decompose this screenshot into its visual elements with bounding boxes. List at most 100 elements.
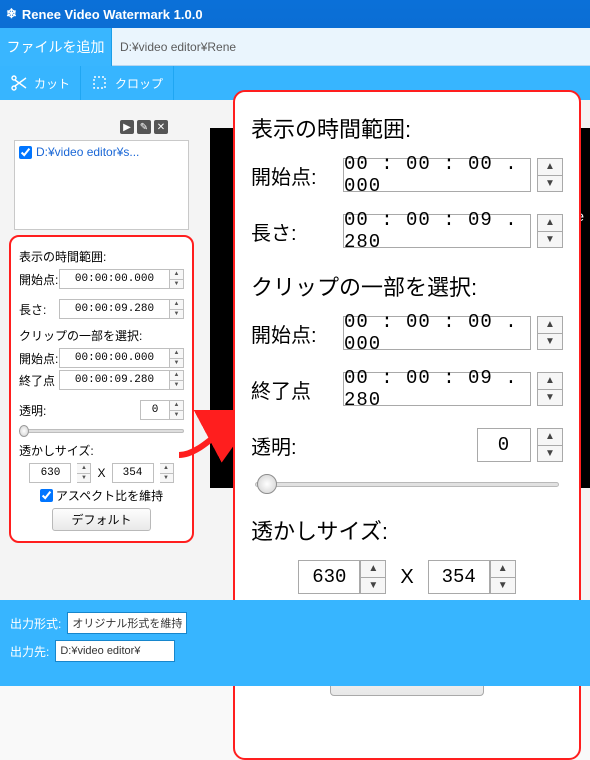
clip-end-spinner-sm[interactable]: ▲▼ (170, 370, 184, 390)
chevron-down-icon[interactable]: ▼ (538, 232, 562, 248)
height-field-sm[interactable]: 354 (112, 463, 154, 483)
size-label-lg: 透かしサイズ: (251, 514, 563, 546)
chevron-up-icon[interactable]: ▲ (538, 159, 562, 176)
length-label-sm: 長さ: (19, 301, 59, 318)
clip-start-value-lg: 00 : 00 : 00 . 000 (344, 311, 530, 355)
start-value-sm: 00:00:00.000 (75, 273, 154, 285)
chevron-up-icon[interactable]: ▲ (170, 371, 183, 381)
length-field-lg[interactable]: 00 : 00 : 09 . 280 (343, 214, 531, 248)
length-spinner-sm[interactable]: ▲▼ (170, 299, 184, 319)
chevron-down-icon[interactable]: ▼ (491, 578, 515, 594)
clip-end-field-lg[interactable]: 00 : 00 : 09 . 280 (343, 372, 531, 406)
clip-end-label-sm: 終了点 (19, 372, 59, 389)
chevron-down-icon[interactable]: ▼ (538, 390, 562, 406)
clip-end-field-sm[interactable]: 00:00:09.280 (59, 370, 170, 390)
ribbon-crop[interactable]: クロップ (81, 66, 174, 100)
out-path-field[interactable]: D:¥video editor¥ (55, 640, 175, 662)
width-field-lg[interactable]: 630 (298, 560, 360, 594)
width-spinner-sm[interactable]: ▲▼ (77, 463, 91, 483)
chevron-up-icon[interactable]: ▲ (170, 270, 183, 280)
clip-start-label-lg: 開始点: (251, 319, 343, 348)
add-file-label: ファイルを追加 (7, 37, 105, 57)
start-spinner-sm[interactable]: ▲▼ (170, 269, 184, 289)
start-field-lg[interactable]: 00 : 00 : 00 . 000 (343, 158, 531, 192)
opacity-field-lg[interactable]: 0 (477, 428, 531, 462)
length-field-sm[interactable]: 00:00:09.280 (59, 299, 170, 319)
height-spinner-sm[interactable]: ▲▼ (160, 463, 174, 483)
opacity-spinner-lg[interactable]: ▲▼ (537, 428, 563, 462)
start-value-lg: 00 : 00 : 00 . 000 (344, 153, 530, 197)
height-field-lg[interactable]: 354 (428, 560, 490, 594)
section-clip-select-lg: クリップの一部を選択: (251, 270, 563, 302)
chevron-up-icon[interactable]: ▲ (361, 561, 385, 578)
chevron-down-icon[interactable]: ▼ (538, 334, 562, 350)
start-spinner-lg[interactable]: ▲▼ (537, 158, 563, 192)
opacity-spinner-sm[interactable]: ▲▼ (170, 400, 184, 420)
out-format-select[interactable]: オリジナル形式を維持 (67, 612, 187, 634)
width-spinner-lg[interactable]: ▲▼ (360, 560, 386, 594)
file-tab-row: ファイルを追加 D:¥video editor¥Rene (0, 28, 590, 66)
clip-start-field-sm[interactable]: 00:00:00.000 (59, 348, 170, 368)
size-sep-sm: X (97, 466, 105, 480)
file-path-text: D:¥video editor¥Rene (120, 40, 236, 54)
control-gear-icon[interactable]: ✎ (137, 120, 151, 134)
chevron-up-icon[interactable]: ▲ (170, 300, 183, 310)
clip-end-value-lg: 00 : 00 : 09 . 280 (344, 367, 530, 411)
file-list-item[interactable]: D:¥video editor¥s... (15, 141, 188, 163)
chevron-down-icon[interactable]: ▼ (170, 280, 183, 289)
chevron-up-icon[interactable]: ▲ (491, 561, 515, 578)
file-item-label: D:¥video editor¥s... (36, 145, 139, 159)
clip-start-label-sm: 開始点: (19, 350, 59, 367)
file-path-tab[interactable]: D:¥video editor¥Rene (112, 40, 590, 54)
slider-track-sm (19, 429, 184, 433)
chevron-up-icon[interactable]: ▲ (538, 429, 562, 446)
default-button-sm[interactable]: デフォルト (52, 508, 150, 531)
start-field-sm[interactable]: 00:00:00.000 (59, 269, 170, 289)
slider-track-lg (255, 482, 559, 487)
ribbon-cut[interactable]: カット (0, 66, 81, 100)
height-spinner-lg[interactable]: ▲▼ (490, 560, 516, 594)
chevron-up-icon[interactable]: ▲ (538, 373, 562, 390)
chevron-down-icon[interactable]: ▼ (361, 578, 385, 594)
chevron-up-icon[interactable]: ▲ (538, 215, 562, 232)
chevron-up-icon[interactable]: ▲ (160, 464, 173, 474)
chevron-up-icon[interactable]: ▲ (170, 349, 183, 359)
aspect-checkbox-sm[interactable] (40, 489, 53, 502)
ribbon-crop-label: クロップ (115, 75, 163, 92)
size-sep-lg: X (400, 566, 413, 589)
chevron-up-icon[interactable]: ▲ (77, 464, 90, 474)
chevron-down-icon[interactable]: ▼ (77, 474, 90, 483)
clip-start-spinner-sm[interactable]: ▲▼ (170, 348, 184, 368)
add-file-tab[interactable]: ファイルを追加 (0, 28, 112, 66)
control-play-icon[interactable]: ▶ (120, 120, 134, 134)
length-spinner-lg[interactable]: ▲▼ (537, 214, 563, 248)
chevron-down-icon[interactable]: ▼ (160, 474, 173, 483)
chevron-down-icon[interactable]: ▼ (170, 381, 183, 390)
chevron-down-icon[interactable]: ▼ (538, 176, 562, 192)
length-value-lg: 00 : 00 : 09 . 280 (344, 209, 530, 253)
opacity-value-sm[interactable]: 0 (140, 400, 170, 420)
width-field-sm[interactable]: 630 (29, 463, 71, 483)
chevron-down-icon[interactable]: ▼ (170, 310, 183, 319)
start-label-sm: 開始点: (19, 271, 59, 288)
slider-thumb-sm[interactable] (19, 425, 29, 437)
opacity-slider-lg[interactable] (255, 472, 559, 496)
section-display-range-lg: 表示の時間範囲: (251, 112, 563, 144)
length-label-lg: 長さ: (251, 217, 343, 246)
chevron-down-icon[interactable]: ▼ (170, 411, 183, 420)
clip-end-spinner-lg[interactable]: ▲▼ (537, 372, 563, 406)
chevron-up-icon[interactable]: ▲ (538, 317, 562, 334)
chevron-down-icon[interactable]: ▼ (538, 446, 562, 462)
control-close-icon[interactable]: ✕ (154, 120, 168, 134)
file-checkbox[interactable] (19, 146, 32, 159)
workarea: ee ▶ ✎ ✕ D:¥video editor¥s... 表示の時間範囲: 開… (0, 100, 590, 686)
chevron-up-icon[interactable]: ▲ (170, 401, 183, 411)
chevron-down-icon[interactable]: ▼ (170, 359, 183, 368)
slider-thumb-lg[interactable] (257, 474, 277, 494)
length-value-sm: 00:00:09.280 (75, 303, 154, 315)
clip-start-spinner-lg[interactable]: ▲▼ (537, 316, 563, 350)
clip-start-field-lg[interactable]: 00 : 00 : 00 . 000 (343, 316, 531, 350)
opacity-slider-sm[interactable] (19, 424, 184, 438)
start-label-lg: 開始点: (251, 161, 343, 190)
file-box-controls: ▶ ✎ ✕ (120, 120, 168, 134)
